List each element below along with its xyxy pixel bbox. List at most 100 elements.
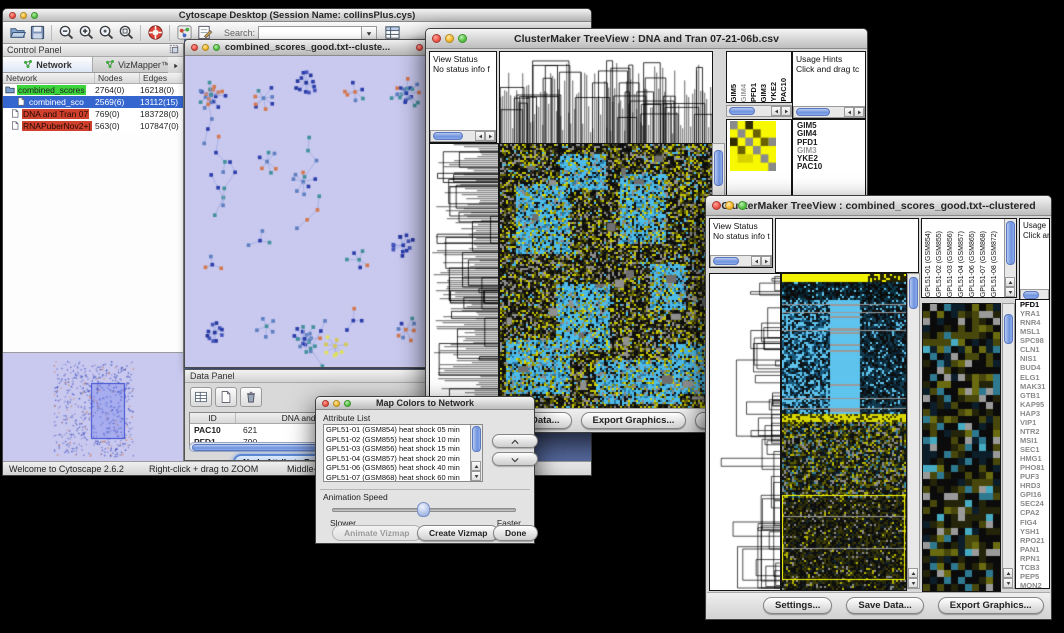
minimize-button[interactable] xyxy=(333,400,340,407)
open-session-icon[interactable] xyxy=(7,23,27,43)
scroll-up-icon[interactable] xyxy=(908,568,918,578)
gene-label[interactable]: PAN1 xyxy=(1018,545,1049,554)
global-heatmap-canvas[interactable] xyxy=(499,143,713,411)
treeview-button[interactable]: Save Data... xyxy=(846,597,923,614)
gene-label[interactable]: FIG4 xyxy=(1018,518,1049,527)
scrollbar-thumb[interactable] xyxy=(713,257,739,265)
heatmap-vscrollbar[interactable] xyxy=(907,273,920,589)
row-dendrogram-canvas[interactable] xyxy=(429,143,499,411)
close-button[interactable] xyxy=(712,201,721,210)
scroll-down-icon[interactable] xyxy=(471,471,481,481)
attribute-option[interactable]: GPL51-02 (GSM855) heat shock 10 min xyxy=(324,435,470,445)
network-view-titlebar[interactable]: combined_scores_good.txt--cluste... xyxy=(185,40,430,56)
treeview-combined-titlebar[interactable]: ClusterMaker TreeView : combined_scores_… xyxy=(706,196,1051,216)
scroll-up-icon[interactable] xyxy=(1003,568,1013,578)
network-list-row[interactable]: combined_sco 2569(6) 13112(15) xyxy=(3,96,183,108)
scrollbar-thumb[interactable] xyxy=(472,426,481,452)
zoom-button[interactable] xyxy=(738,201,747,210)
scroll-left-icon[interactable] xyxy=(844,107,854,117)
treeview-button[interactable]: Settings... xyxy=(763,597,832,614)
minimize-button[interactable] xyxy=(445,34,454,43)
gene-label[interactable]: MAK31 xyxy=(1018,382,1049,391)
network-list-row[interactable]: combined_scores 2764(0) 16218(0) xyxy=(3,84,183,96)
column-label[interactable]: GIM4 xyxy=(739,84,749,102)
col-header-nodes[interactable]: Nodes xyxy=(95,73,140,83)
birdseye-canvas[interactable] xyxy=(3,353,181,460)
tab-overflow-button[interactable] xyxy=(168,57,183,73)
search-dropdown[interactable] xyxy=(362,26,377,40)
column-label[interactable]: GIM5 xyxy=(729,84,739,102)
treeview-button[interactable]: Export Graphics... xyxy=(938,597,1044,614)
gene-label[interactable]: RPN1 xyxy=(1018,554,1049,563)
gene-label[interactable]: KAP95 xyxy=(1018,400,1049,409)
usage-hints-hscrollbar[interactable] xyxy=(793,106,865,118)
gene-label[interactable]: RPO21 xyxy=(1018,536,1049,545)
speed-slider-thumb[interactable] xyxy=(417,502,430,517)
gene-label[interactable]: MSI1 xyxy=(1018,436,1049,445)
minimize-button[interactable] xyxy=(202,44,209,51)
gene-label[interactable]: SEC1 xyxy=(1018,445,1049,454)
zoom-button[interactable] xyxy=(31,12,38,19)
close-button[interactable] xyxy=(9,12,16,19)
gene-label[interactable]: PHO81 xyxy=(1018,463,1049,472)
global-heatmap-canvas[interactable] xyxy=(781,273,907,591)
gene-label[interactable]: PUF3 xyxy=(1018,472,1049,481)
gene-label[interactable]: ELG1 xyxy=(1018,373,1049,382)
labels-vscrollbar[interactable] xyxy=(1004,219,1016,297)
gene-label[interactable]: SEC24 xyxy=(1018,499,1049,508)
network-list-row[interactable]: RNAPuberNov2+| 563(0) 107847(0) xyxy=(3,120,183,132)
attribute-option[interactable]: GPL51-06 (GSM865) heat shock 40 min xyxy=(324,463,470,473)
col-header-network[interactable]: Network xyxy=(3,73,95,83)
new-attribute-icon[interactable] xyxy=(215,387,237,407)
column-label[interactable]: GPL51-02 (GSM855) xyxy=(934,231,945,297)
scrollbar-thumb[interactable] xyxy=(796,108,830,116)
zoom-button[interactable] xyxy=(344,400,351,407)
column-label[interactable]: GPL51-04 (GSM857) xyxy=(956,231,967,297)
gene-label[interactable]: RNR4 xyxy=(1018,318,1049,327)
treeview-dna-titlebar[interactable]: ClusterMaker TreeView : DNA and Tran 07-… xyxy=(426,29,867,49)
gene-label[interactable]: MON2 xyxy=(1018,581,1049,589)
gene-label[interactable]: TCB3 xyxy=(1018,563,1049,572)
scrollbar-thumb[interactable] xyxy=(1023,291,1039,299)
scrollbar-thumb[interactable] xyxy=(1006,221,1015,265)
scroll-down-icon[interactable] xyxy=(1005,287,1015,297)
attribute-option[interactable]: GPL51-07 (GSM868) heat shock 60 min xyxy=(324,473,470,481)
gene-label[interactable]: HMG1 xyxy=(1018,454,1049,463)
scrollbar-thumb[interactable] xyxy=(433,132,463,140)
gene-label[interactable]: YSH1 xyxy=(1018,527,1049,536)
search-input[interactable] xyxy=(258,26,362,40)
float-panel-icon[interactable] xyxy=(169,44,179,56)
column-label[interactable]: GPL51-03 (GSM856) xyxy=(945,231,956,297)
gene-label[interactable]: CPA2 xyxy=(1018,508,1049,517)
minimize-button[interactable] xyxy=(725,201,734,210)
scroll-up-icon[interactable] xyxy=(471,461,481,471)
col-header-edges[interactable]: Edges xyxy=(140,73,183,83)
view-status-hscrollbar[interactable] xyxy=(710,255,772,267)
scrollbar-thumb[interactable] xyxy=(729,107,755,115)
column-dendrogram-canvas[interactable] xyxy=(499,51,713,145)
column-label[interactable]: YKE2 xyxy=(769,82,779,102)
attribute-option[interactable]: GPL51-01 (GSM854) heat shock 05 min xyxy=(324,425,470,435)
gene-label[interactable]: HRD3 xyxy=(1018,481,1049,490)
treeview-button[interactable]: Export Graphics... xyxy=(581,412,687,429)
gene-label[interactable]: PAC10 xyxy=(795,163,865,171)
gene-label[interactable]: CLN1 xyxy=(1018,345,1049,354)
gene-label[interactable]: PEP5 xyxy=(1018,572,1049,581)
birdseye-view[interactable] xyxy=(3,352,183,461)
gene-label[interactable]: VIP1 xyxy=(1018,418,1049,427)
tab[interactable]: Network xyxy=(3,57,93,72)
scroll-left-icon[interactable] xyxy=(771,106,781,116)
scroll-up-icon[interactable] xyxy=(1005,277,1015,287)
scroll-right-icon[interactable] xyxy=(854,107,864,117)
help-icon[interactable] xyxy=(145,23,165,43)
gene-label[interactable]: GPI16 xyxy=(1018,490,1049,499)
close-button[interactable] xyxy=(416,44,423,51)
attribute-option[interactable]: GPL51-03 (GSM856) heat shock 15 min xyxy=(324,444,470,454)
network-list-row[interactable]: DNA and Tran 07 769(0) 183728(0) xyxy=(3,108,183,120)
column-label[interactable]: PFD1 xyxy=(749,83,759,102)
zoom-out-icon[interactable] xyxy=(56,23,76,43)
scroll-right-icon[interactable] xyxy=(485,131,495,141)
main-titlebar[interactable]: Cytoscape Desktop (Session Name: collins… xyxy=(3,9,591,22)
dialog-titlebar[interactable]: Map Colors to Network xyxy=(316,397,534,410)
scroll-right-icon[interactable] xyxy=(781,106,791,116)
